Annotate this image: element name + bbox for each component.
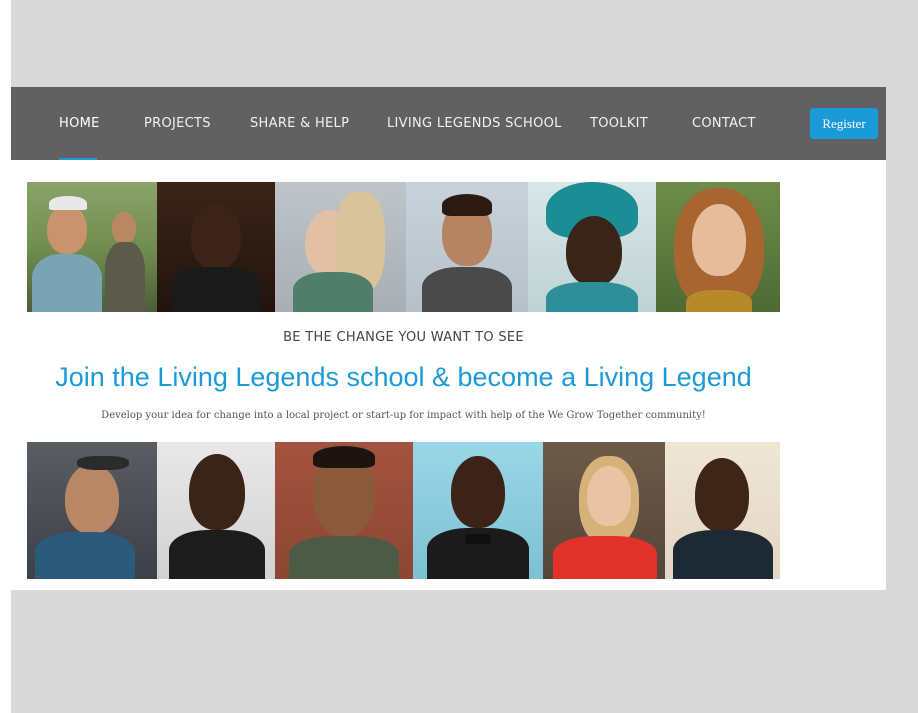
photo-woman-red-top (543, 442, 665, 579)
navbar: HOME PROJECTS SHARE & HELP LIVING LEGEND… (11, 87, 886, 160)
top-photo-strip (27, 182, 780, 312)
photo-man-thinking (665, 442, 780, 579)
photo-man-dark-background (157, 182, 275, 312)
nav-projects[interactable]: PROJECTS (144, 87, 211, 160)
photo-woman-scarf (275, 182, 406, 312)
photo-man-sunglasses (27, 442, 157, 579)
bottom-photo-strip (27, 442, 780, 579)
website-frame: HOME PROJECTS SHARE & HELP LIVING LEGEND… (11, 87, 886, 590)
nav-share-help[interactable]: SHARE & HELP (250, 87, 349, 160)
hero-subtext: Develop your idea for change into a loca… (101, 410, 706, 421)
nav-active-indicator (59, 158, 97, 160)
nav-contact[interactable]: CONTACT (692, 87, 756, 160)
photo-woman-curly-hair (656, 182, 780, 312)
nav-living-legends-school[interactable]: LIVING LEGENDS SCHOOL (387, 87, 562, 160)
photo-hikers (27, 182, 157, 312)
nav-home[interactable]: HOME (59, 87, 100, 160)
register-button[interactable]: Register (810, 108, 878, 139)
photo-woman-headwrap (528, 182, 656, 312)
nav-toolkit[interactable]: TOOLKIT (590, 87, 648, 160)
photo-man-bowtie (413, 442, 543, 579)
hero-headline: Join the Living Legends school & become … (55, 362, 752, 392)
photo-man-outdoor (406, 182, 528, 312)
tagline: BE THE CHANGE YOU WANT TO SEE (283, 330, 524, 345)
photo-man-smiling (157, 442, 275, 579)
photo-man-brick-wall (275, 442, 413, 579)
